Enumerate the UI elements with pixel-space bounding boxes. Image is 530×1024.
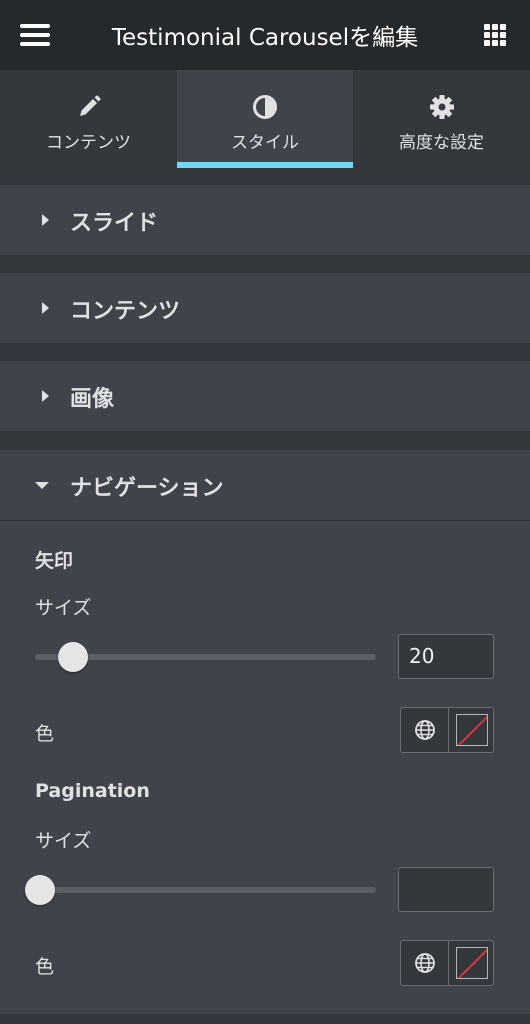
color-picker-button[interactable]: [448, 941, 493, 985]
globe-icon: [415, 953, 435, 973]
grid-icon[interactable]: [484, 24, 506, 46]
section-content-label: コンテンツ: [70, 299, 181, 324]
section-content[interactable]: コンテンツ: [0, 273, 530, 343]
section-slides[interactable]: スライド: [0, 185, 530, 255]
pagination-color-label: 色: [35, 956, 55, 978]
pagination-color-control: [400, 940, 494, 986]
pagination-size-slider[interactable]: [35, 887, 376, 893]
tab-content-label: コンテンツ: [46, 133, 131, 153]
empty-color-swatch: [456, 714, 488, 746]
section-image-label: 画像: [70, 387, 115, 412]
caret-right-icon: [42, 214, 49, 226]
pencil-icon: [79, 95, 100, 116]
page-title: Testimonial Carouselを編集: [111, 25, 419, 51]
arrows-size-label: サイズ: [35, 597, 92, 619]
gear-icon: [429, 95, 454, 119]
global-colors-button[interactable]: [401, 708, 448, 752]
navigation-panel: 矢印 サイズ 20 色 Pagination サイズ 色: [0, 520, 530, 1014]
top-bar: Testimonial Carouselを編集: [0, 0, 530, 70]
pagination-size-label: サイズ: [35, 830, 92, 852]
arrows-color-label: 色: [35, 723, 55, 745]
tab-advanced-label: 高度な設定: [399, 133, 484, 153]
tab-style[interactable]: スタイル: [177, 70, 353, 168]
editor-tabs: コンテンツ スタイル 高度な設定: [0, 70, 530, 168]
empty-color-swatch: [456, 947, 488, 979]
active-tab-indicator: [177, 162, 353, 168]
half-circle-icon: [253, 95, 277, 119]
tab-content[interactable]: コンテンツ: [0, 70, 177, 168]
tab-style-label: スタイル: [231, 133, 299, 153]
caret-right-icon: [42, 390, 49, 402]
tab-advanced[interactable]: 高度な設定: [353, 70, 530, 168]
arrows-heading: 矢印: [35, 550, 74, 572]
caret-right-icon: [42, 302, 49, 314]
section-navigation-label: ナビゲーション: [70, 476, 224, 501]
color-picker-button[interactable]: [448, 708, 493, 752]
globe-icon: [415, 720, 435, 740]
hamburger-icon[interactable]: [20, 24, 50, 46]
pagination-size-slider-thumb[interactable]: [25, 875, 55, 905]
panel-bottom: [0, 1014, 530, 1024]
arrows-color-control: [400, 707, 494, 753]
arrows-size-input[interactable]: 20: [398, 634, 494, 679]
global-colors-button[interactable]: [401, 941, 448, 985]
pagination-size-input[interactable]: [398, 867, 494, 912]
section-slides-label: スライド: [70, 211, 159, 236]
caret-down-icon: [35, 482, 49, 489]
arrows-size-slider-thumb[interactable]: [57, 642, 88, 672]
section-image[interactable]: 画像: [0, 361, 530, 431]
section-navigation[interactable]: ナビゲーション: [0, 450, 530, 520]
pagination-heading: Pagination: [35, 780, 150, 802]
